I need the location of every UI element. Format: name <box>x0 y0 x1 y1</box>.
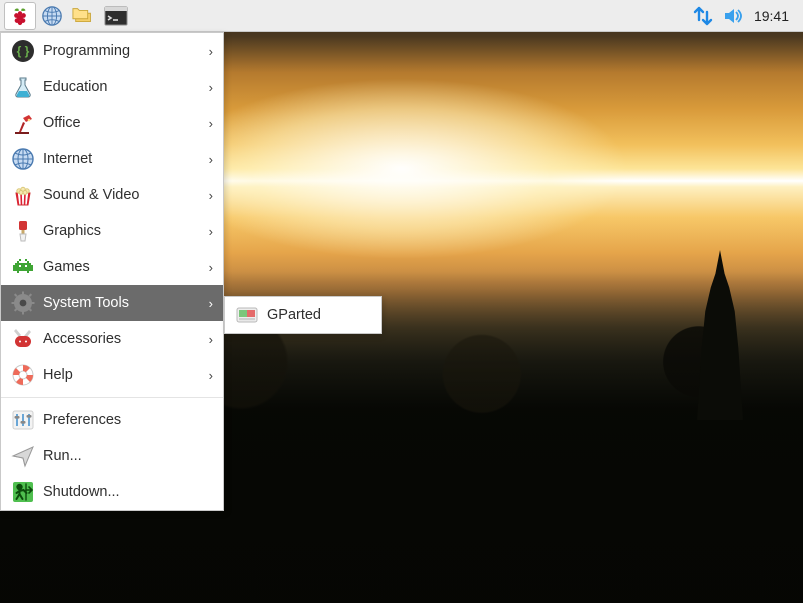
paintbrush-icon <box>11 219 35 243</box>
menu-item-help[interactable]: Help › <box>1 357 223 393</box>
chevron-right-icon: › <box>209 152 213 167</box>
chevron-right-icon: › <box>209 368 213 383</box>
gear-icon <box>11 291 35 315</box>
flask-icon <box>11 75 35 99</box>
menu-item-label: Office <box>43 115 81 131</box>
menu-item-accessories[interactable]: Accessories › <box>1 321 223 357</box>
clock[interactable]: 19:41 <box>754 8 789 24</box>
network-icon[interactable] <box>692 6 714 26</box>
menu-item-label: Internet <box>43 151 92 167</box>
taskbar: 19:41 <box>0 0 803 32</box>
menu-item-label: Preferences <box>43 412 121 428</box>
chevron-right-icon: › <box>209 80 213 95</box>
menu-item-label: Programming <box>43 43 130 59</box>
invader-icon <box>11 255 35 279</box>
menu-item-graphics[interactable]: Graphics › <box>1 213 223 249</box>
terminal-icon <box>104 6 128 26</box>
chevron-right-icon: › <box>209 296 213 311</box>
code-braces-icon: { } <box>11 39 35 63</box>
menu-item-label: System Tools <box>43 295 129 311</box>
submenu-item-gparted[interactable]: GParted <box>225 297 381 333</box>
menu-item-internet[interactable]: Internet › <box>1 141 223 177</box>
chevron-right-icon: › <box>209 260 213 275</box>
svg-text:{ }: { } <box>17 44 30 58</box>
menu-item-programming[interactable]: { } Programming › <box>1 33 223 69</box>
menu-item-games[interactable]: Games › <box>1 249 223 285</box>
sliders-icon <box>11 408 35 432</box>
chevron-right-icon: › <box>209 224 213 239</box>
exit-icon <box>11 480 35 504</box>
volume-icon[interactable] <box>724 7 744 25</box>
paper-plane-icon <box>11 444 35 468</box>
menu-item-label: Help <box>43 367 73 383</box>
file-manager-launcher[interactable] <box>68 2 100 30</box>
menu-item-office[interactable]: Office › <box>1 105 223 141</box>
popcorn-icon <box>11 183 35 207</box>
application-menu: { } Programming › Education › Office › I… <box>0 32 224 511</box>
chevron-right-icon: › <box>209 332 213 347</box>
globe-icon <box>11 147 35 171</box>
menu-item-sound-video[interactable]: Sound & Video › <box>1 177 223 213</box>
chevron-right-icon: › <box>209 116 213 131</box>
menu-separator <box>1 397 223 398</box>
swiss-knife-icon <box>11 327 35 351</box>
chevron-right-icon: › <box>209 188 213 203</box>
raspberry-icon <box>9 5 31 27</box>
web-browser-launcher[interactable] <box>36 2 68 30</box>
menu-item-label: Run... <box>43 448 82 464</box>
system-tools-submenu: GParted <box>224 296 382 334</box>
globe-icon <box>41 5 63 27</box>
menu-item-label: Games <box>43 259 90 275</box>
menu-item-label: Shutdown... <box>43 484 120 500</box>
menu-item-label: Accessories <box>43 331 121 347</box>
folders-icon <box>72 5 96 27</box>
lifebuoy-icon <box>11 363 35 387</box>
gparted-icon <box>235 303 259 327</box>
menu-item-label: Graphics <box>43 223 101 239</box>
menu-item-run[interactable]: Run... <box>1 438 223 474</box>
terminal-launcher[interactable] <box>100 2 132 30</box>
submenu-item-label: GParted <box>267 307 321 323</box>
menu-item-system-tools[interactable]: System Tools › <box>1 285 223 321</box>
menu-item-preferences[interactable]: Preferences <box>1 402 223 438</box>
menu-item-label: Sound & Video <box>43 187 139 203</box>
menu-item-label: Education <box>43 79 108 95</box>
menu-item-shutdown[interactable]: Shutdown... <box>1 474 223 510</box>
desk-lamp-icon <box>11 111 35 135</box>
menu-item-education[interactable]: Education › <box>1 69 223 105</box>
chevron-right-icon: › <box>209 44 213 59</box>
menu-button[interactable] <box>4 2 36 30</box>
